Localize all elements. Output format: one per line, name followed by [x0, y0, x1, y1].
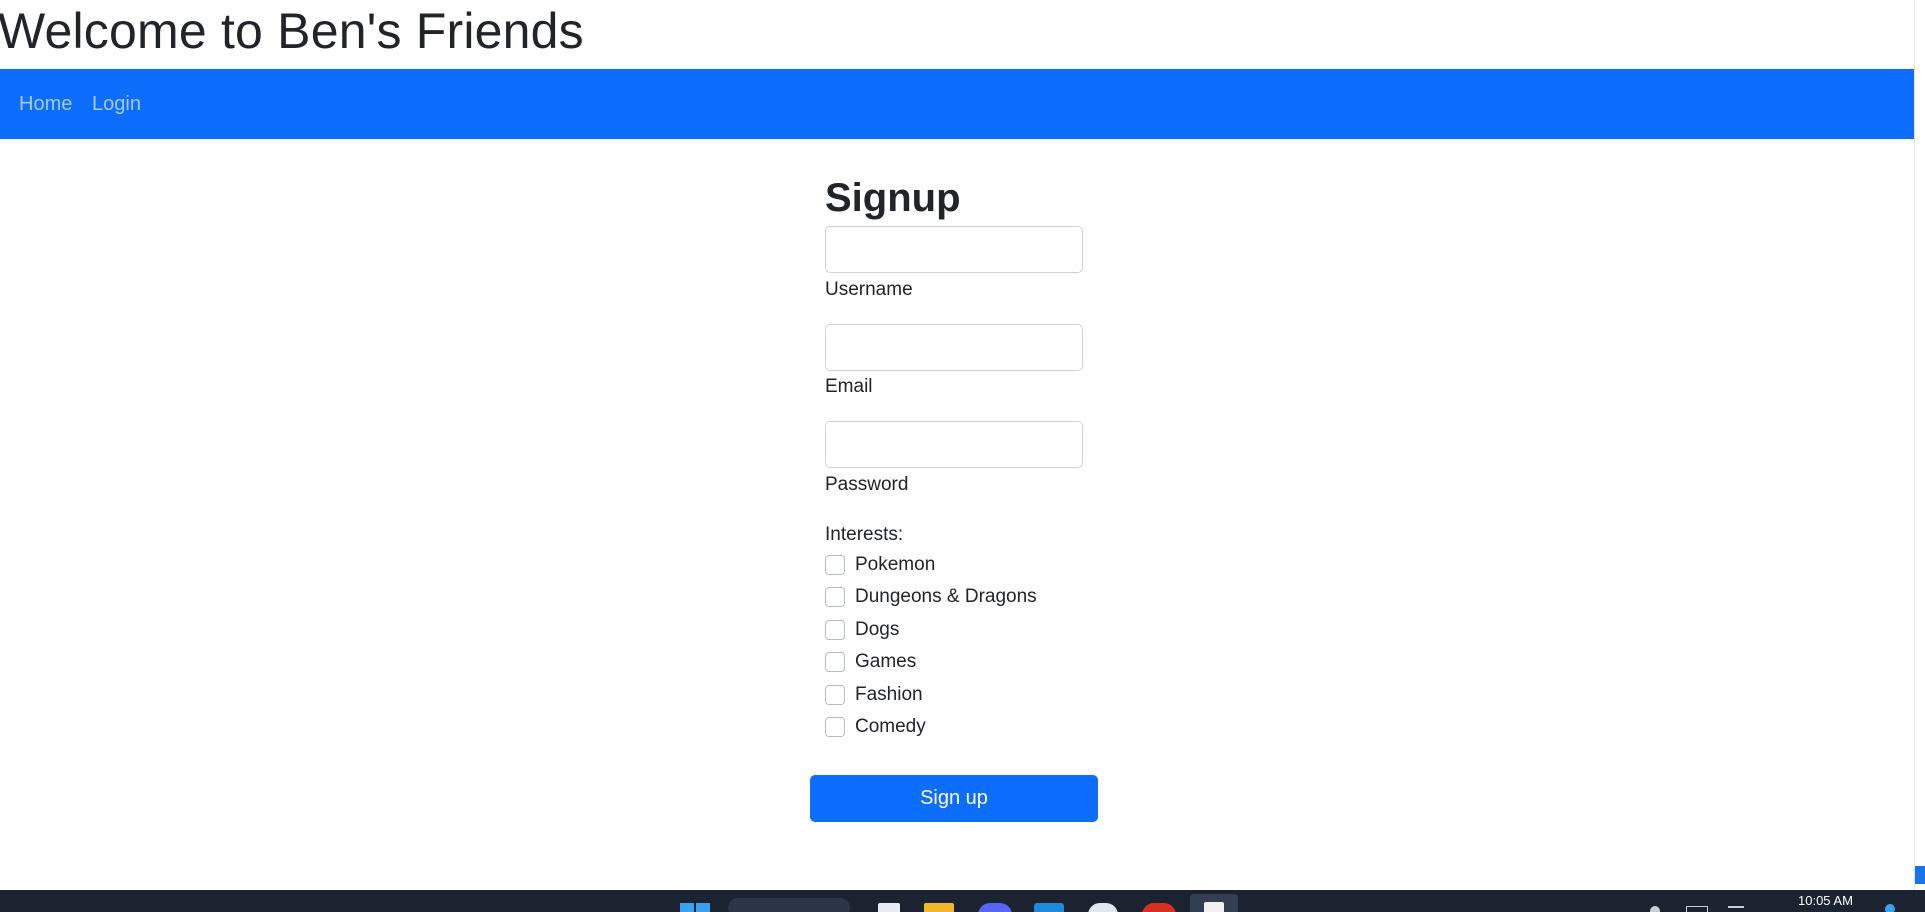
vertical-scrollbar[interactable]: [1914, 0, 1925, 890]
volume-icon[interactable]: [1728, 906, 1744, 912]
pokemon-checkbox-label: Pokemon: [855, 554, 936, 575]
windows-taskbar: 10:05 AM: [0, 890, 1925, 912]
vscode-icon[interactable]: [1034, 903, 1064, 912]
interest-pokemon[interactable]: Pokemon: [825, 554, 935, 576]
scrollbar-thumb[interactable]: [1915, 866, 1925, 884]
page-title: Welcome to Ben's Friends: [0, 3, 584, 59]
discord-icon[interactable]: [978, 903, 1012, 912]
fashion-checkbox[interactable]: [825, 685, 845, 705]
taskbar-clock[interactable]: 10:05 AM: [1798, 890, 1853, 912]
interest-comedy[interactable]: Comedy: [825, 716, 926, 738]
interest-fashion[interactable]: Fashion: [825, 684, 923, 706]
taskbar-search-icon[interactable]: [728, 898, 850, 912]
navbar: Home Login: [0, 69, 1914, 139]
comedy-checkbox-label: Comedy: [855, 716, 926, 737]
pokemon-checkbox[interactable]: [825, 555, 845, 575]
games-checkbox-label: Games: [855, 651, 917, 672]
interest-dungeons-dragons[interactable]: Dungeons & Dragons: [825, 586, 1037, 608]
page-header: Welcome to Ben's Friends: [0, 0, 1914, 69]
system-tray-chevron-icon[interactable]: [1650, 906, 1660, 912]
active-app-icon[interactable]: [1190, 894, 1238, 912]
fashion-checkbox-label: Fashion: [855, 684, 923, 705]
comedy-checkbox[interactable]: [825, 717, 845, 737]
interest-games[interactable]: Games: [825, 651, 916, 673]
nav-home-link[interactable]: Home: [19, 93, 72, 115]
email-input[interactable]: [825, 324, 1083, 371]
settings-app-icon[interactable]: [1088, 903, 1118, 912]
network-icon[interactable]: [1686, 906, 1708, 912]
games-checkbox[interactable]: [825, 652, 845, 672]
notification-icon[interactable]: [1885, 904, 1895, 912]
username-label: Username: [825, 279, 913, 300]
email-label: Email: [825, 376, 873, 397]
signup-button[interactable]: Sign up: [810, 775, 1098, 822]
dogs-checkbox-label: Dogs: [855, 619, 900, 640]
interest-dogs[interactable]: Dogs: [825, 619, 899, 641]
chrome-icon[interactable]: [1142, 903, 1176, 912]
windows-start-icon[interactable]: [680, 903, 710, 912]
nav-login-link[interactable]: Login: [92, 93, 141, 115]
interests-label: Interests:: [825, 524, 904, 545]
password-input[interactable]: [825, 421, 1083, 468]
password-label: Password: [825, 474, 909, 495]
username-input[interactable]: [825, 226, 1083, 273]
dungeons-dragons-checkbox[interactable]: [825, 587, 845, 607]
file-explorer-icon[interactable]: [924, 903, 954, 912]
dogs-checkbox[interactable]: [825, 620, 845, 640]
signup-heading: Signup: [825, 176, 961, 220]
dungeons-dragons-checkbox-label: Dungeons & Dragons: [855, 586, 1037, 607]
task-view-icon[interactable]: [878, 903, 900, 912]
